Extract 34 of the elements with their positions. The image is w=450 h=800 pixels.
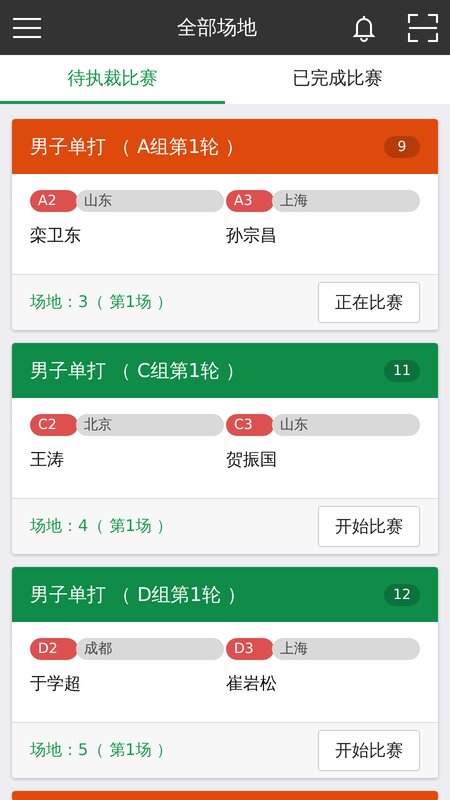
count-badge: 9 — [384, 136, 420, 158]
seed-tag: A3 — [226, 190, 274, 212]
match-title: 男子单打 （ C组第1轮 ） — [30, 358, 246, 384]
seed-tag: A2 — [30, 190, 78, 212]
player-name: 王涛 — [30, 449, 65, 471]
match-action-button[interactable]: 正在比赛 — [318, 282, 420, 323]
venue-label: 场地：4（ 第1场 ） — [30, 516, 173, 537]
region-tag: 北京 — [76, 414, 224, 436]
count-badge: 12 — [384, 584, 420, 606]
count-badge: 11 — [384, 360, 420, 382]
venue-label: 场地：3（ 第1场 ） — [30, 292, 173, 313]
player-name: 栾卫东 — [30, 225, 82, 247]
player-name: 贺振国 — [226, 449, 278, 471]
venue-label: 场地：5（ 第1场 ） — [30, 740, 173, 761]
seed-tag: C2 — [30, 414, 78, 436]
region-tag: 成都 — [76, 638, 224, 660]
match-action-button[interactable]: 开始比赛 — [318, 730, 420, 771]
page-title: 全部场地 — [176, 14, 258, 41]
match-title: 男子单打 （ A组第1轮 ） — [30, 134, 246, 160]
region-tag: 上海 — [272, 190, 420, 212]
bell-icon[interactable] — [352, 14, 376, 42]
region-tag: 山东 — [272, 414, 420, 436]
region-tag: 上海 — [272, 638, 420, 660]
player-name: 崔岩松 — [226, 673, 278, 695]
seed-tag: D3 — [226, 638, 274, 660]
menu-icon[interactable] — [12, 16, 42, 38]
match-action-button[interactable]: 开始比赛 — [318, 506, 420, 547]
region-tag: 山东 — [76, 190, 224, 212]
match-title: 男子单打 （ D组第1轮 ） — [30, 582, 247, 608]
player-name: 孙宗昌 — [226, 225, 278, 247]
seed-tag: C3 — [226, 414, 274, 436]
scan-icon[interactable] — [408, 14, 438, 42]
player-name: 于学超 — [30, 673, 82, 695]
seed-tag: D2 — [30, 638, 78, 660]
